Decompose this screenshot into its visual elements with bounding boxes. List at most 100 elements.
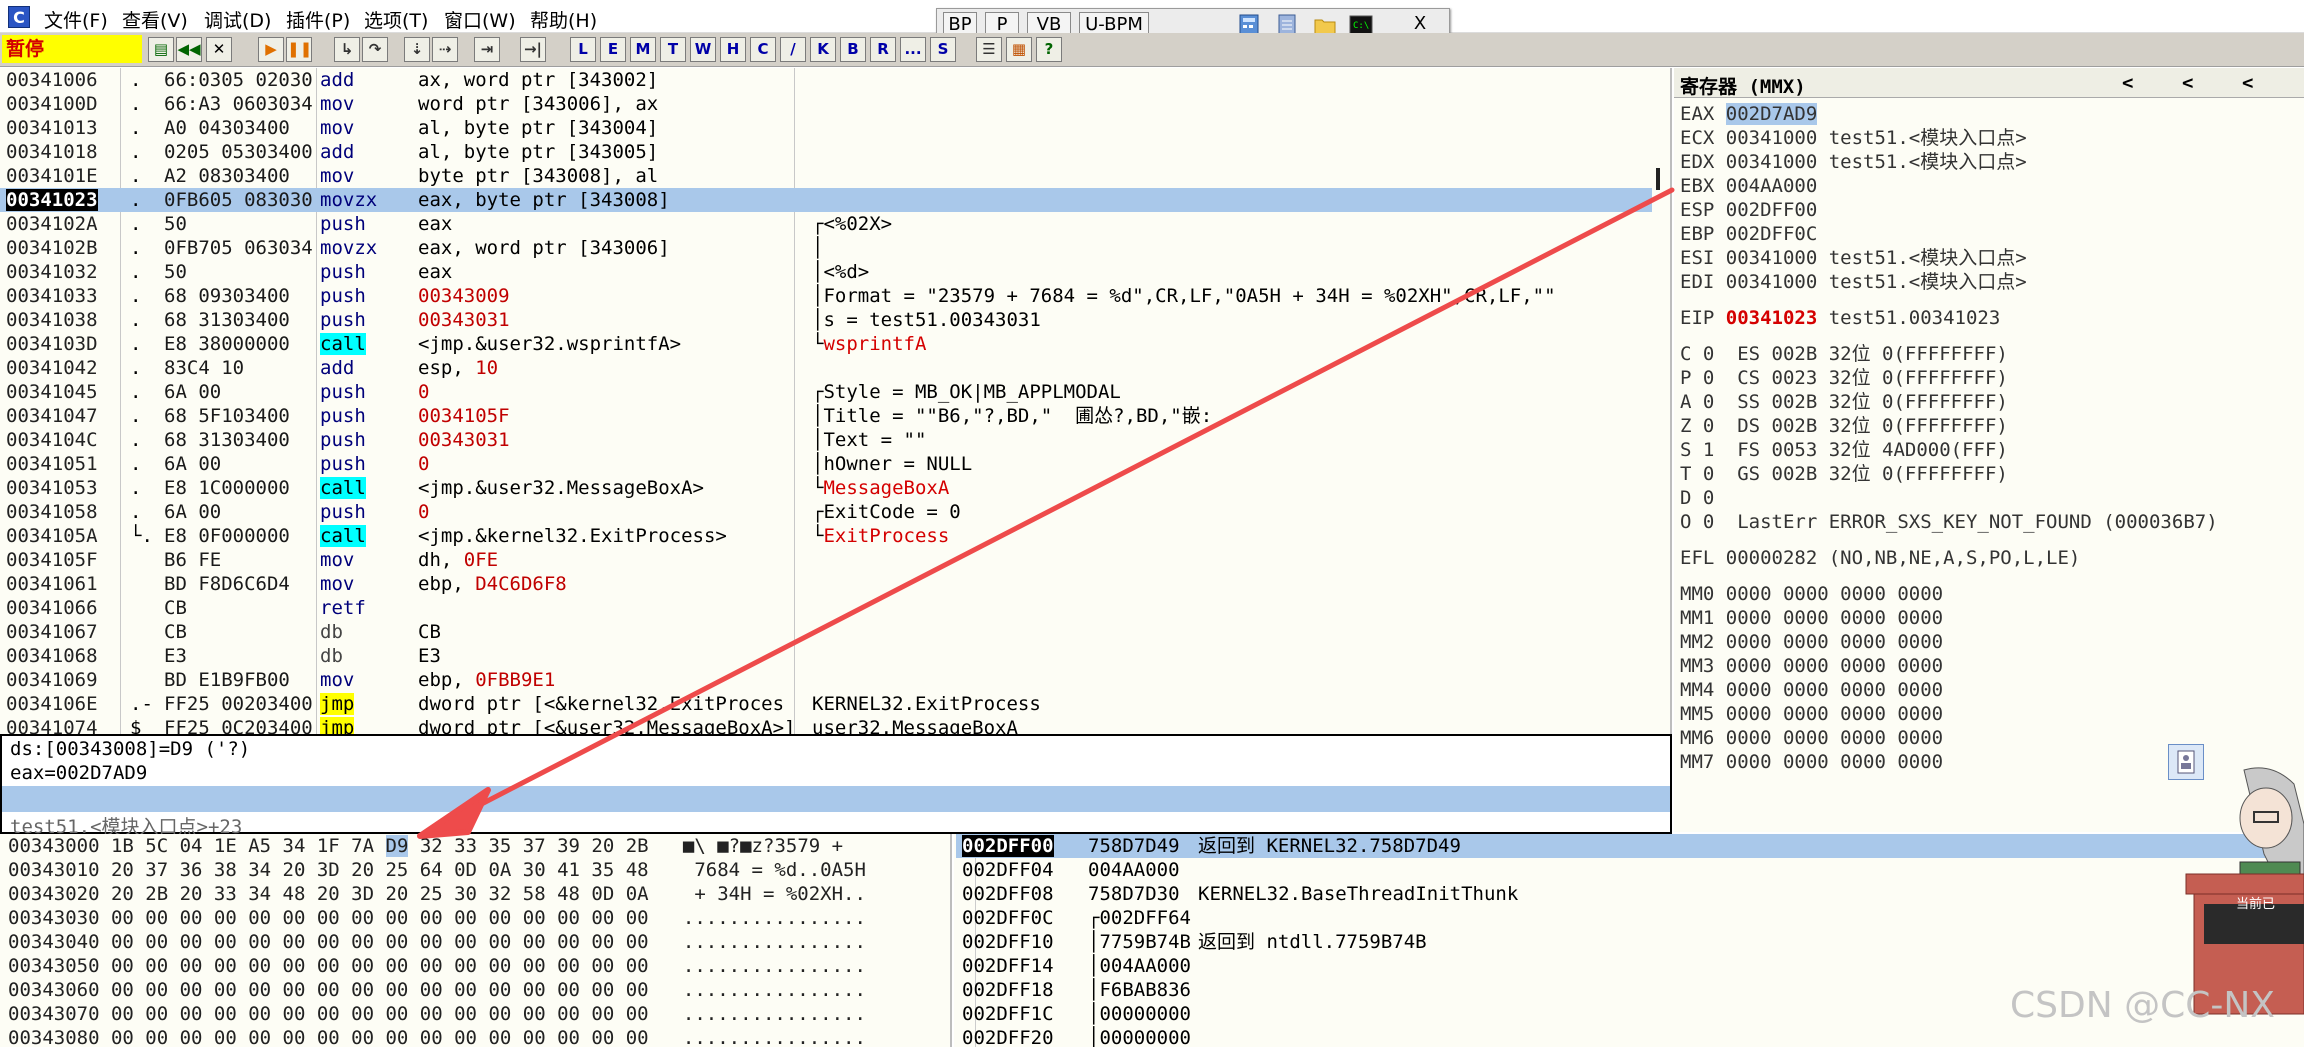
register-value[interactable]: 00341000 <box>1726 151 1818 173</box>
disasm-row[interactable]: 00341038. 68 31303400 push 00343031 │s = tes… <box>0 308 1652 332</box>
register-line[interactable]: EDI 00341000 test51.<模块入口点> <box>1680 270 2027 294</box>
tb-cpu-button[interactable]: C <box>750 37 776 62</box>
stack-row[interactable]: 002DFF04 004AA000 <box>956 858 2304 882</box>
stack-row[interactable]: 002DFF14 │004AA000 <box>956 954 2304 978</box>
register-line[interactable]: C 0 ES 002B 32位 0(FFFFFFFF) <box>1680 342 2008 366</box>
app-icon[interactable]: C <box>8 6 30 28</box>
disasm-row[interactable]: 0034104C. 68 31303400 push 00343031 │Text = … <box>0 428 1652 452</box>
register-line[interactable]: EIP 00341023 test51.00341023 <box>1680 306 2000 330</box>
register-line[interactable]: MM3 0000 0000 0000 0000 <box>1680 654 1943 678</box>
tb-source-button[interactable]: S <box>930 37 956 62</box>
tb-runtrace-button[interactable]: ... <box>900 37 926 62</box>
tb-memory-button[interactable]: M <box>630 37 656 62</box>
disasm-row[interactable]: 00341045. 6A 00 push 0 ┌Style = MB_OK|MB_APP… <box>0 380 1652 404</box>
register-line[interactable]: MM4 0000 0000 0000 0000 <box>1680 678 1943 702</box>
reg-nav-prev-2[interactable]: < <box>2182 72 2193 94</box>
disasm-row[interactable]: 00341053. E8 1C000000 call <jmp.&user32.Mes… <box>0 476 1652 500</box>
disassembly-pane[interactable]: 00341006. 66:0305 02030 add ax, word ptr [3… <box>0 68 1672 734</box>
hex-dump-pane[interactable]: 00343000 1B 5C 04 1E A5 34 1F 7A D9 32 3… <box>0 834 952 1047</box>
register-value[interactable]: 00341023 <box>1726 307 1818 329</box>
tb-references-button[interactable]: R <box>870 37 896 62</box>
register-value[interactable]: 00341000 <box>1726 271 1818 293</box>
disasm-row[interactable]: 00341006. 66:0305 02030 add ax, word ptr [3… <box>0 68 1652 92</box>
trace-into-icon[interactable]: ⇣ <box>404 37 430 62</box>
dump-row[interactable]: 00343060 00 00 00 00 00 00 00 00 00 00 0… <box>8 978 866 1002</box>
stack-row[interactable]: 002DFF08 758D7D30 KERNEL32.BaseThreadInitT… <box>956 882 2304 906</box>
close-icon[interactable]: ✕ <box>206 37 232 62</box>
menu-options[interactable]: 选项(T) <box>364 6 428 33</box>
list-icon[interactable]: ☰ <box>976 37 1002 62</box>
tb-patches-button[interactable]: / <box>780 37 806 62</box>
step-over-icon[interactable]: ↷ <box>362 37 388 62</box>
disasm-scrollbar-thumb[interactable] <box>1656 168 1660 190</box>
register-value[interactable]: 004AA000 <box>1726 175 1818 197</box>
disasm-row[interactable]: 0034100D. 66:A3 0603034 mov word ptr [34300… <box>0 92 1652 116</box>
reg-nav-prev-1[interactable]: < <box>2122 72 2133 94</box>
grid-icon[interactable]: ▦ <box>1006 37 1032 62</box>
tb-modules-button[interactable]: E <box>600 37 626 62</box>
register-line[interactable]: EDX 00341000 test51.<模块入口点> <box>1680 150 2027 174</box>
dump-row[interactable]: 00343050 00 00 00 00 00 00 00 00 00 00 0… <box>8 954 866 978</box>
register-line[interactable]: MM7 0000 0000 0000 0000 <box>1680 750 1943 774</box>
register-line[interactable]: O 0 LastErr ERROR_SXS_KEY_NOT_FOUND (000… <box>1680 510 2218 534</box>
dump-row[interactable]: 00343070 00 00 00 00 00 00 00 00 00 00 0… <box>8 1002 866 1026</box>
disasm-row[interactable]: 00341074 $ FF25 0C203400 jmp dword ptr [<&us… <box>0 716 1652 734</box>
tb-threads-button[interactable]: T <box>660 37 686 62</box>
dump-row[interactable]: 00343030 00 00 00 00 00 00 00 00 00 00 0… <box>8 906 866 930</box>
register-line[interactable]: EAX 002D7AD9 <box>1680 102 1818 126</box>
register-line[interactable]: D 0 <box>1680 486 1714 510</box>
stack-row[interactable]: 002DFF20 │00000000 <box>956 1026 2304 1047</box>
stack-row[interactable]: 002DFF10 │7759B74B 返回到 ntdll.7759B74B <box>956 930 2304 954</box>
dump-row[interactable]: 00343010 20 37 36 38 34 20 3D 20 25 64 0… <box>8 858 866 882</box>
disasm-row[interactable]: 00341013. A0 04303400 mov al, byte ptr [343… <box>0 116 1652 140</box>
register-line[interactable]: A 0 SS 002B 32位 0(FFFFFFFF) <box>1680 390 2008 414</box>
registers-pane[interactable]: 寄存器 (MMX) < < < EAX 002D7AD9 ECX 00341000… <box>1674 68 2304 832</box>
dump-row[interactable]: 00343000 1B 5C 04 1E A5 34 1F 7A D9 32 3… <box>8 834 843 858</box>
menu-window[interactable]: 窗口(W) <box>444 6 516 33</box>
disasm-row[interactable]: 0034105A └. E8 0F000000 call <jmp.&kernel32.… <box>0 524 1652 548</box>
menu-view[interactable]: 查看(V) <box>122 6 188 33</box>
execute-till-return-icon[interactable]: ⇥ <box>474 37 500 62</box>
disasm-row[interactable]: 00341018. 0205 05303400 add al, byte ptr [3… <box>0 140 1652 164</box>
register-line[interactable]: MM5 0000 0000 0000 0000 <box>1680 702 1943 726</box>
open-icon[interactable]: ▤ <box>148 37 174 62</box>
register-value[interactable]: 00341000 <box>1726 127 1818 149</box>
disasm-row[interactable]: 00341061 BD F8D6C6D4 mov ebp, D4C6D6F8 <box>0 572 1652 596</box>
register-line[interactable]: ESI 00341000 test51.<模块入口点> <box>1680 246 2027 270</box>
register-line[interactable]: MM6 0000 0000 0000 0000 <box>1680 726 1943 750</box>
disasm-row[interactable]: 00341058. 6A 00 push 0 ┌ExitCode = 0 <box>0 500 1652 524</box>
disasm-row[interactable]: 00341067 CB db CB <box>0 620 1652 644</box>
register-line[interactable]: T 0 GS 002B 32位 0(FFFFFFFF) <box>1680 462 2008 486</box>
disasm-row[interactable]: 00341033. 68 09303400 push 00343009 │Format … <box>0 284 1652 308</box>
register-line[interactable]: MM2 0000 0000 0000 0000 <box>1680 630 1943 654</box>
disasm-row[interactable]: 00341023. 0FB605 083030 movzx eax, byte ptr… <box>0 188 1652 212</box>
disasm-row[interactable]: 00341068 E3 db E3 <box>0 644 1652 668</box>
menu-help[interactable]: 帮助(H) <box>530 6 597 33</box>
dump-row[interactable]: 00343040 00 00 00 00 00 00 00 00 00 00 0… <box>8 930 866 954</box>
dump-row[interactable]: 00343080 00 00 00 00 00 00 00 00 00 00 0… <box>8 1026 866 1047</box>
disasm-row[interactable]: 0034101E. A2 08303400 mov byte ptr [343008]… <box>0 164 1652 188</box>
trace-over-icon[interactable]: ⇢ <box>432 37 458 62</box>
disasm-row[interactable]: 0034102A. 50 push eax ┌<%02X> <box>0 212 1652 236</box>
register-line[interactable]: P 0 CS 0023 32位 0(FFFFFFFF) <box>1680 366 2008 390</box>
menu-plugins[interactable]: 插件(P) <box>286 6 350 33</box>
register-line[interactable]: ESP 002DFF00 <box>1680 198 1817 222</box>
register-line[interactable]: S 1 FS 0053 32位 4AD000(FFF) <box>1680 438 2008 462</box>
register-line[interactable]: Z 0 DS 002B 32位 0(FFFFFFFF) <box>1680 414 2008 438</box>
pause-icon[interactable]: ❚❚ <box>286 37 312 62</box>
register-line[interactable]: ECX 00341000 test51.<模块入口点> <box>1680 126 2027 150</box>
disasm-row[interactable]: 0034103D. E8 38000000 call <jmp.&user32.wsp… <box>0 332 1652 356</box>
disasm-row[interactable]: 00341042. 83C4 10 add esp, 10 <box>0 356 1652 380</box>
reg-nav-prev-3[interactable]: < <box>2242 72 2253 94</box>
step-into-icon[interactable]: ↳ <box>334 37 360 62</box>
register-value[interactable]: 002D7AD9 <box>1725 103 1818 125</box>
disasm-row[interactable]: 00341066 CB retf <box>0 596 1652 620</box>
tb-callstack-button[interactable]: K <box>810 37 836 62</box>
disasm-row[interactable]: 0034106E .- FF25 00203400 jmp dword ptr [<&k… <box>0 692 1652 716</box>
register-value[interactable]: 00341000 <box>1726 247 1818 269</box>
rewind-icon[interactable]: ◀◀ <box>176 37 202 62</box>
register-value[interactable]: 002DFF00 <box>1726 199 1818 221</box>
disasm-row[interactable]: 0034105F B6 FE mov dh, 0FE <box>0 548 1652 572</box>
register-line[interactable]: MM1 0000 0000 0000 0000 <box>1680 606 1943 630</box>
register-line[interactable]: EBX 004AA000 <box>1680 174 1817 198</box>
